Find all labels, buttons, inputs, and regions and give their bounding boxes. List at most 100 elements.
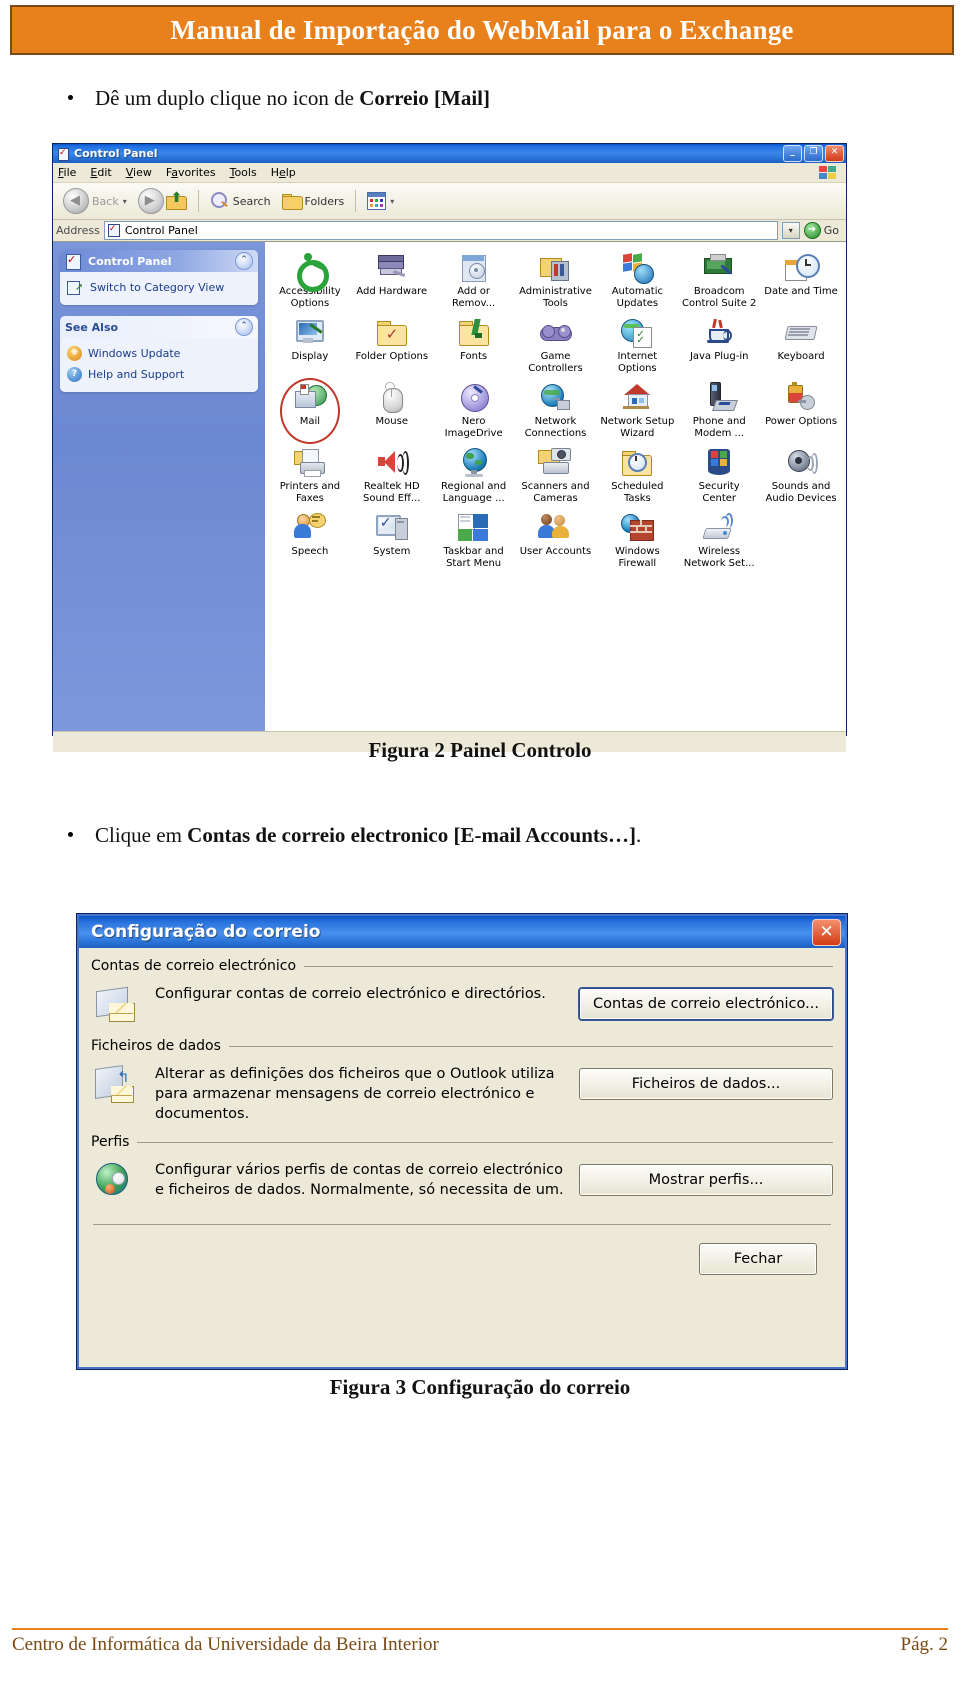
chevron-up-icon[interactable]: ⌃ xyxy=(235,318,253,336)
cp-item-security-center[interactable]: Security Center xyxy=(678,447,760,504)
address-input[interactable]: ✓ Control Panel xyxy=(103,221,778,240)
minimize-button[interactable]: _ xyxy=(783,145,802,162)
cp-item-regional-and-language[interactable]: Regional and Language ... xyxy=(433,447,515,504)
cp-item-add-or-remove-programs[interactable]: Add or Remov... xyxy=(433,252,515,309)
folders-button[interactable]: Folders xyxy=(278,191,349,212)
control-panel-title-bar[interactable]: ✓ Control Panel _ ❐ ✕ xyxy=(53,144,846,163)
keyboard-icon xyxy=(784,317,818,349)
sidebar-panel-control-panel: ✓ Control Panel ⌃ ➚ Switch to Category V… xyxy=(60,250,258,305)
cp-item-internet-options[interactable]: ✓ ✓ Internet Options xyxy=(596,317,678,374)
cp-item-windows-firewall[interactable]: Windows Firewall xyxy=(596,512,678,569)
mail-icon xyxy=(293,382,327,414)
cp-item-wireless-network-setup[interactable]: Wireless Network Set... xyxy=(678,512,760,569)
system-icon: ✓ xyxy=(375,512,409,544)
menu-tools[interactable]: Tools xyxy=(230,166,257,179)
group-legend: Contas de correio electrónico xyxy=(91,958,297,974)
forward-button[interactable]: ▶ ▾ xyxy=(134,188,164,214)
control-panel-icon: ✓ xyxy=(57,147,70,161)
cp-item-add-hardware[interactable]: Add Hardware xyxy=(351,252,433,309)
footer-page-number: Pág. 2 xyxy=(900,1634,949,1655)
cp-item-realtek-hd-sound[interactable]: Realtek HD Sound Eff... xyxy=(351,447,433,504)
dialog-close-button[interactable]: ✕ xyxy=(812,918,841,946)
cp-item-taskbar-and-start-menu[interactable]: Taskbar and Start Menu xyxy=(433,512,515,569)
windows-firewall-icon xyxy=(620,512,655,544)
control-panel-icon: ✓ xyxy=(65,253,83,270)
cp-item-system[interactable]: ✓ System xyxy=(351,512,433,569)
cp-item-fonts[interactable]: Fonts xyxy=(433,317,515,374)
mouse-icon xyxy=(375,382,409,414)
address-dropdown-button[interactable]: ▾ xyxy=(781,222,800,239)
cp-item-java-plugin[interactable]: Java Plug-in xyxy=(678,317,760,374)
cp-item-game-controllers[interactable]: Game Controllers xyxy=(515,317,597,374)
scanners-cameras-icon xyxy=(538,447,572,479)
control-panel-window: ✓ Control Panel _ ❐ ✕ File Edit View Fav… xyxy=(52,143,847,752)
cp-item-broadcom-control-suite[interactable]: Broadcom Control Suite 2 xyxy=(678,252,760,309)
data-files-button[interactable]: Ficheiros de dados... xyxy=(579,1068,833,1100)
views-button[interactable]: ▾ xyxy=(363,190,398,212)
chevron-down-icon[interactable]: ▾ xyxy=(123,197,127,206)
menu-favorites[interactable]: Favorites xyxy=(166,166,216,179)
close-button[interactable]: ✕ xyxy=(825,145,844,162)
cp-item-printers-and-faxes[interactable]: Printers and Faxes xyxy=(269,447,351,504)
cp-item-network-setup-wizard[interactable]: Network Setup Wizard xyxy=(596,382,678,439)
maximize-button[interactable]: ❐ xyxy=(804,145,823,162)
cp-item-user-accounts[interactable]: User Accounts xyxy=(515,512,597,569)
add-hardware-icon xyxy=(375,252,409,284)
sidebar-item-switch-category-view[interactable]: ➚ Switch to Category View xyxy=(65,277,253,298)
dialog-title-bar[interactable]: Configuração do correio ✕ xyxy=(79,916,845,948)
group-divider xyxy=(304,965,833,967)
cp-item-speech[interactable]: Speech xyxy=(269,512,351,569)
help-support-icon: ? xyxy=(67,367,82,382)
menu-view[interactable]: View xyxy=(126,166,152,179)
chevron-up-icon[interactable]: ⌃ xyxy=(235,252,253,270)
cp-item-nero-imagedrive[interactable]: Nero ImageDrive xyxy=(433,382,515,439)
cp-item-scanners-and-cameras[interactable]: Scanners and Cameras xyxy=(515,447,597,504)
sidebar-item-help-and-support[interactable]: ? Help and Support xyxy=(65,364,253,385)
cp-item-automatic-updates[interactable]: Automatic Updates xyxy=(596,252,678,309)
sidebar-panel-header[interactable]: ✓ Control Panel ⌃ xyxy=(60,250,258,272)
cp-item-administrative-tools[interactable]: Administrative Tools xyxy=(515,252,597,309)
back-button[interactable]: ◀ Back ▾ xyxy=(59,186,131,216)
close-dialog-button[interactable]: Fechar xyxy=(699,1243,817,1275)
group-legend: Perfis xyxy=(91,1134,130,1150)
menu-edit[interactable]: Edit xyxy=(90,166,111,179)
address-value: Control Panel xyxy=(124,224,198,237)
go-button[interactable]: ➔ Go xyxy=(803,222,843,239)
chevron-down-icon[interactable]: ▾ xyxy=(390,197,394,206)
toolbar: ◀ Back ▾ ▶ ▾ ⬆ Search Folders xyxy=(53,183,846,220)
address-bar: Address ✓ Control Panel ▾ ➔ Go xyxy=(53,220,846,242)
sidebar-item-windows-update[interactable]: ❋ Windows Update xyxy=(65,343,253,364)
search-button[interactable]: Search xyxy=(206,189,275,213)
cp-item-date-and-time[interactable]: Date and Time xyxy=(760,252,842,309)
data-files-icon: ↰ xyxy=(95,1065,141,1108)
regional-language-icon xyxy=(457,447,491,479)
phone-modem-icon xyxy=(702,382,739,414)
cp-item-display[interactable]: Display xyxy=(269,317,351,374)
email-accounts-button[interactable]: Contas de correio electrónico... xyxy=(579,988,833,1020)
sidebar-panel-see-also: See Also ⌃ ❋ Windows Update ? Help and S… xyxy=(60,316,258,392)
control-panel-sidebar: ✓ Control Panel ⌃ ➚ Switch to Category V… xyxy=(53,242,265,731)
cp-item-keyboard[interactable]: Keyboard xyxy=(760,317,842,374)
page-footer: Centro de Informática da Universidade da… xyxy=(12,1634,948,1656)
cp-item-sounds-and-audio-devices[interactable]: Sounds and Audio Devices xyxy=(760,447,842,504)
cp-item-power-options[interactable]: Power Options xyxy=(760,382,842,439)
cp-item-scheduled-tasks[interactable]: Scheduled Tasks xyxy=(596,447,678,504)
up-folder-icon: ⬆ xyxy=(165,191,187,211)
cp-item-mail[interactable]: Mail xyxy=(269,378,351,444)
display-icon xyxy=(293,317,327,349)
window-title: Control Panel xyxy=(74,147,158,160)
up-button[interactable]: ⬆ xyxy=(162,189,191,213)
menu-file[interactable]: File xyxy=(58,166,76,179)
footer-divider xyxy=(12,1628,948,1630)
sidebar-panel-header[interactable]: See Also ⌃ xyxy=(60,316,258,338)
cp-item-folder-options[interactable]: ✓ Folder Options xyxy=(351,317,433,374)
menu-help[interactable]: Help xyxy=(271,166,296,179)
network-connections-icon xyxy=(538,382,572,414)
dialog-title: Configuração do correio xyxy=(91,922,321,942)
cp-item-phone-and-modem[interactable]: Phone and Modem ... xyxy=(678,382,760,439)
cp-item-mouse[interactable]: Mouse xyxy=(351,382,433,439)
show-profiles-button[interactable]: Mostrar perfis... xyxy=(579,1164,833,1196)
cp-item-network-connections[interactable]: Network Connections xyxy=(515,382,597,439)
email-accounts-icon xyxy=(95,986,141,1028)
cp-item-accessibility-options[interactable]: Accessibility Options xyxy=(269,252,351,309)
